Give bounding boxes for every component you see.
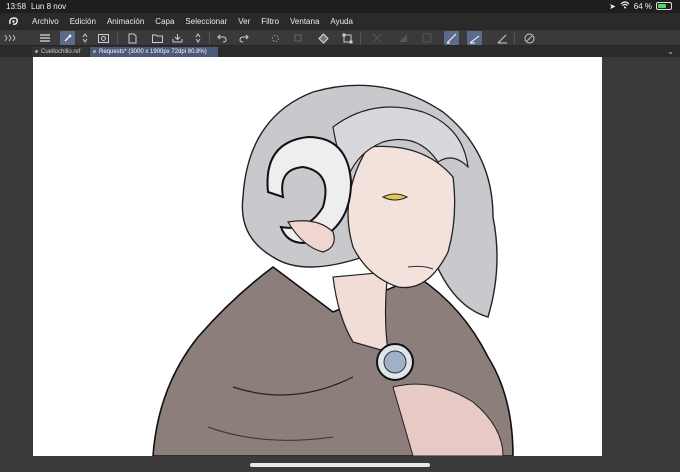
invert-selection-icon[interactable] bbox=[395, 31, 410, 45]
drawing-canvas[interactable] bbox=[33, 57, 602, 456]
stepper-icon[interactable] bbox=[77, 31, 92, 45]
status-date: Lun 8 nov bbox=[31, 2, 67, 11]
menu-animacion[interactable]: Animación bbox=[107, 17, 144, 26]
separator bbox=[514, 32, 515, 44]
battery-fill bbox=[658, 4, 666, 8]
battery-percent: 64 % bbox=[633, 1, 652, 11]
fill-icon[interactable] bbox=[316, 31, 331, 45]
menu-ver[interactable]: Ver bbox=[238, 17, 250, 26]
character-artwork bbox=[152, 84, 514, 456]
status-time: 13:58 bbox=[6, 2, 27, 11]
separator bbox=[209, 32, 210, 44]
menu-ayuda[interactable]: Ayuda bbox=[330, 17, 353, 26]
transform-icon[interactable] bbox=[340, 31, 355, 45]
wifi-icon bbox=[620, 1, 630, 11]
status-bar: 13:58 Lun 8 nov ➤ 64 % bbox=[0, 0, 680, 13]
snap-special-ruler-icon[interactable] bbox=[467, 31, 482, 45]
menu-ventana[interactable]: Ventana bbox=[290, 17, 319, 26]
app-logo-icon[interactable] bbox=[6, 14, 20, 28]
tab-dot-icon bbox=[93, 49, 96, 53]
status-right: ➤ 64 % bbox=[609, 1, 672, 11]
snap-grid-icon[interactable] bbox=[495, 31, 510, 45]
left-panel-strip bbox=[0, 57, 33, 472]
undo-icon[interactable] bbox=[214, 31, 229, 45]
selection-border-icon[interactable] bbox=[419, 31, 434, 45]
deselect-icon[interactable] bbox=[369, 31, 384, 45]
tab-cuellochillo[interactable]: Cuellochillo.ref bbox=[32, 47, 89, 57]
separator bbox=[360, 32, 361, 44]
menu-icon[interactable] bbox=[37, 31, 52, 45]
open-folder-icon[interactable] bbox=[150, 31, 165, 45]
menu-seleccionar[interactable]: Seleccionar bbox=[185, 17, 227, 26]
chevron-down-icon[interactable]: ⌄ bbox=[667, 47, 674, 56]
command-bar bbox=[0, 29, 680, 46]
menu-capa[interactable]: Capa bbox=[155, 17, 174, 26]
cut-icon[interactable] bbox=[290, 31, 305, 45]
save-icon[interactable] bbox=[170, 31, 185, 45]
menu-bar: Archivo Edición Animación Capa Seleccion… bbox=[0, 13, 680, 29]
tab-dot-icon bbox=[35, 49, 38, 53]
pen-tool-icon[interactable] bbox=[60, 31, 75, 45]
tab-requests[interactable]: Requests* (3000 x 1900px 72dpi 80.8%) bbox=[90, 47, 218, 57]
menu-filtro[interactable]: Filtro bbox=[261, 17, 279, 26]
menu-edicion[interactable]: Edición bbox=[70, 17, 96, 26]
right-panel-strip bbox=[602, 57, 680, 472]
location-icon: ➤ bbox=[609, 1, 616, 11]
quick-access-icon[interactable] bbox=[522, 31, 537, 45]
view-icon[interactable] bbox=[96, 31, 111, 45]
snap-ruler-icon[interactable] bbox=[444, 31, 459, 45]
document-tabs: Cuellochillo.ref Requests* (3000 x 1900p… bbox=[0, 46, 680, 57]
redo-icon[interactable] bbox=[236, 31, 251, 45]
home-indicator[interactable] bbox=[250, 463, 430, 467]
tab-label: Cuellochillo.ref bbox=[41, 49, 81, 55]
separator bbox=[117, 32, 118, 44]
battery-icon bbox=[656, 2, 672, 10]
clear-layer-icon[interactable] bbox=[268, 31, 283, 45]
new-file-icon[interactable] bbox=[125, 31, 140, 45]
tab-label: Requests* (3000 x 1900px 72dpi 80.8%) bbox=[99, 49, 207, 55]
sort-stepper-icon[interactable] bbox=[190, 31, 205, 45]
app-window: 13:58 Lun 8 nov ➤ 64 % Archivo Edición A… bbox=[0, 0, 680, 472]
expand-panels-icon[interactable] bbox=[2, 31, 17, 45]
menu-archivo[interactable]: Archivo bbox=[32, 17, 59, 26]
